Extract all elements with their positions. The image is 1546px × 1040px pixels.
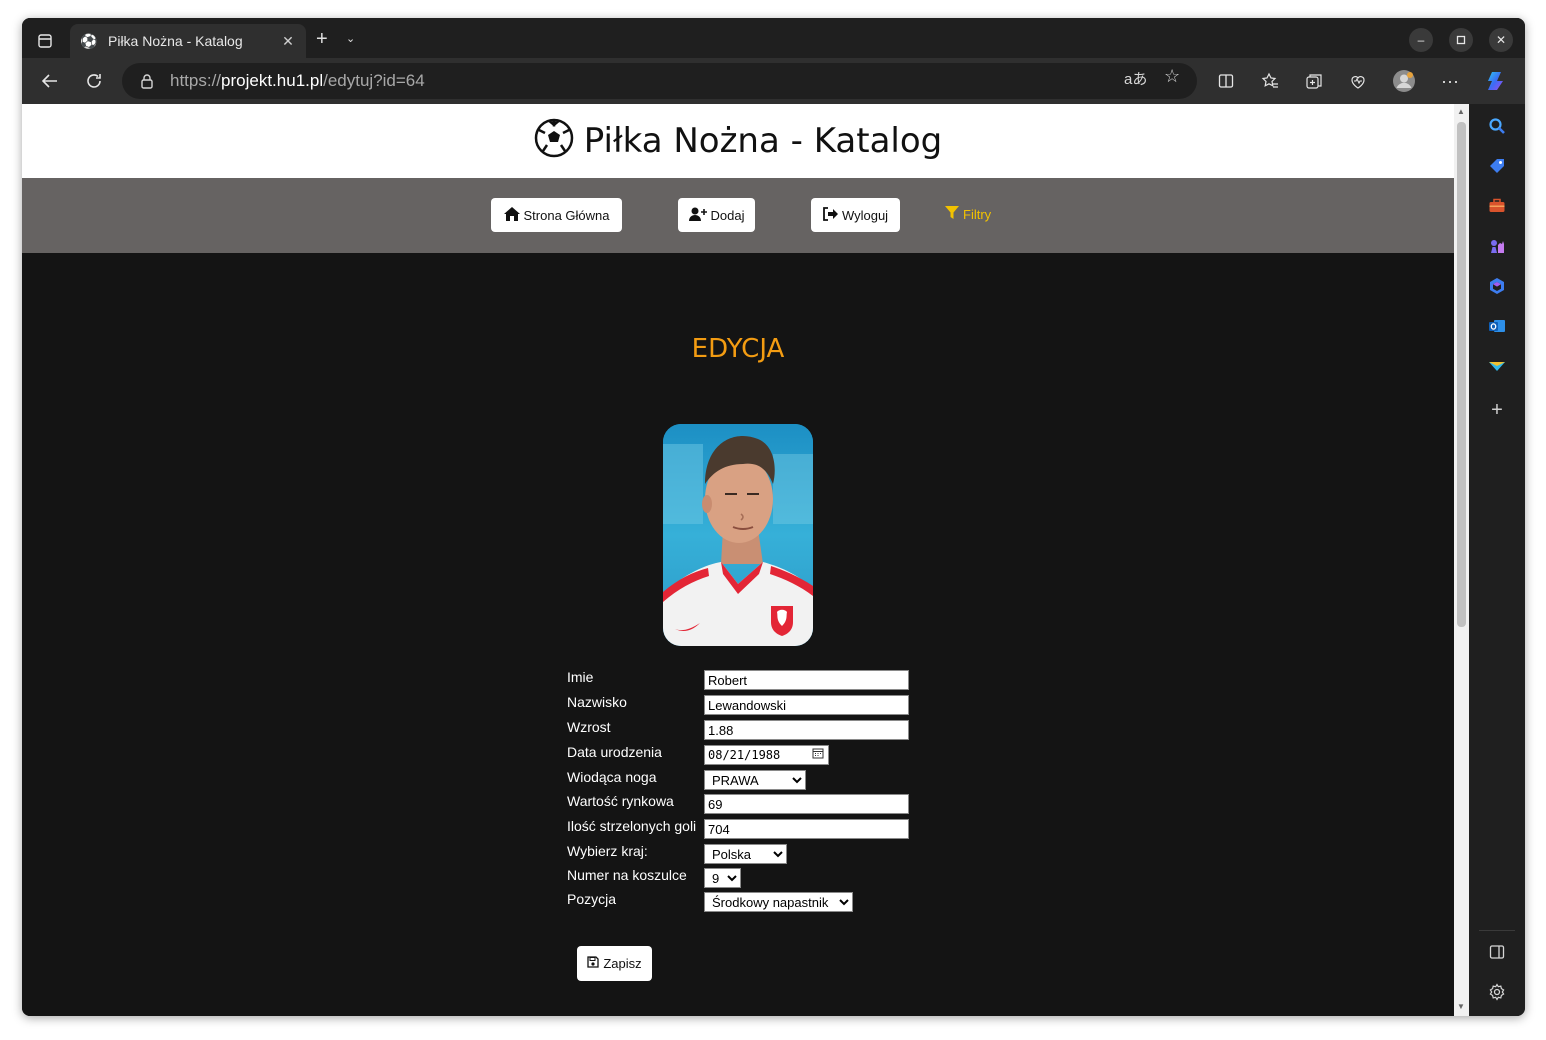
add-button[interactable]: Dodaj xyxy=(678,198,755,232)
market-value-label: Wartość rynkowa xyxy=(567,793,674,809)
first-name-label: Imie xyxy=(567,669,594,685)
position-label: Pozycja xyxy=(567,891,617,907)
collections-icon[interactable] xyxy=(1300,67,1328,95)
tab-title: Piłka Nożna - Katalog xyxy=(108,33,243,49)
maximize-icon[interactable] xyxy=(1449,28,1473,52)
main-nav: Strona Główna Dodaj Wyloguj Filtry xyxy=(22,178,1454,253)
settings-icon[interactable] xyxy=(1485,980,1509,1004)
scroll-up-icon[interactable]: ▲ xyxy=(1457,107,1465,116)
copilot-icon[interactable] xyxy=(1483,67,1511,95)
add-user-icon xyxy=(688,207,707,224)
last-name-label: Nazwisko xyxy=(567,694,627,710)
shirt-number-label: Numer na koszulce xyxy=(567,867,687,883)
more-icon[interactable]: ··· xyxy=(1436,67,1464,95)
favorites-icon[interactable] xyxy=(1256,67,1284,95)
reload-icon[interactable] xyxy=(80,67,108,95)
country-label: Wybierz kraj: xyxy=(567,843,648,859)
browser-window: ⚽ Piłka Nożna - Katalog ✕ + ⌄ – ✕ https:… xyxy=(22,18,1525,1016)
window-close-icon[interactable]: ✕ xyxy=(1489,28,1513,52)
birth-date-input[interactable] xyxy=(704,745,829,765)
toolbox-icon[interactable] xyxy=(1485,194,1509,218)
soccer-ball-icon xyxy=(534,118,574,165)
logout-icon xyxy=(823,206,838,224)
scroll-thumb[interactable] xyxy=(1457,122,1466,627)
split-screen-icon[interactable] xyxy=(1212,67,1240,95)
shirt-number-select[interactable]: 9 xyxy=(704,868,741,888)
height-input[interactable] xyxy=(704,720,909,740)
foot-label: Wiodąca noga xyxy=(567,769,657,785)
url-host: projekt.hu1.pl xyxy=(221,71,324,90)
page-header: Piłka Nożna - Katalog xyxy=(22,104,1454,178)
logout-button[interactable]: Wyloguj xyxy=(811,198,900,232)
favorite-star-icon[interactable]: ☆ xyxy=(1164,66,1180,87)
chess-icon[interactable] xyxy=(1485,234,1509,258)
sidebar-divider xyxy=(1479,930,1515,931)
soccer-ball-icon: ⚽ xyxy=(80,32,98,49)
page-viewport: Piłka Nożna - Katalog Strona Główna Doda… xyxy=(22,104,1454,1016)
search-icon[interactable] xyxy=(1485,114,1509,138)
birth-date-label: Data urodzenia xyxy=(567,744,662,760)
save-button[interactable]: Zapisz xyxy=(577,946,652,981)
foot-select[interactable]: PRAWA xyxy=(704,770,806,790)
outlook-icon[interactable] xyxy=(1485,314,1509,338)
page-scrollbar[interactable]: ▲ ▼ xyxy=(1454,104,1469,1016)
save-label: Zapisz xyxy=(603,956,642,971)
edge-sidebar: + xyxy=(1469,104,1525,1016)
market-value-input[interactable] xyxy=(704,794,909,814)
profile-icon[interactable] xyxy=(1390,67,1418,95)
logout-label: Wyloguj xyxy=(841,207,889,223)
tab-strip: ⚽ Piłka Nożna - Katalog ✕ + ⌄ – ✕ xyxy=(22,18,1525,58)
copilot-app-icon[interactable] xyxy=(1485,274,1509,298)
close-icon[interactable]: ✕ xyxy=(280,33,296,50)
url-path: /edytuj?id=64 xyxy=(323,71,425,90)
read-aloud-icon[interactable]: aあ xyxy=(1124,68,1147,89)
send-icon[interactable] xyxy=(1485,354,1509,378)
home-icon xyxy=(503,206,520,224)
back-icon[interactable] xyxy=(36,67,64,95)
browser-toolbar: https://projekt.hu1.pl/edytuj?id=64 aあ ☆… xyxy=(22,58,1525,104)
filters-label: Filtry xyxy=(963,206,992,222)
player-photo xyxy=(663,424,813,646)
sidebar-toggle-icon[interactable] xyxy=(1485,940,1509,964)
height-label: Wzrost xyxy=(567,719,611,735)
last-name-input[interactable] xyxy=(704,695,909,715)
position-select[interactable]: Środkowy napastnik xyxy=(704,892,853,912)
browser-essentials-icon[interactable] xyxy=(1344,67,1372,95)
country-select[interactable]: Polska xyxy=(704,844,787,864)
page-title: Piłka Nożna - Katalog xyxy=(583,121,943,161)
scroll-down-icon[interactable]: ▼ xyxy=(1457,1002,1465,1011)
goals-input[interactable] xyxy=(704,819,909,839)
add-label: Dodaj xyxy=(710,207,745,223)
section-heading: EDYCJA xyxy=(691,334,785,364)
tab-actions-icon[interactable] xyxy=(32,28,58,54)
first-name-input[interactable] xyxy=(704,670,909,690)
lock-icon[interactable] xyxy=(140,73,154,89)
home-label: Strona Główna xyxy=(523,207,610,223)
url-scheme: https:// xyxy=(170,71,222,90)
chevron-down-icon[interactable]: ⌄ xyxy=(346,32,355,45)
floppy-disk-icon xyxy=(587,956,599,971)
new-tab-icon[interactable]: + xyxy=(316,29,328,49)
address-bar[interactable]: https://projekt.hu1.pl/edytuj?id=64 xyxy=(122,63,1197,99)
minimize-icon[interactable]: – xyxy=(1409,28,1433,52)
filters-link[interactable]: Filtry xyxy=(945,206,991,222)
browser-tab[interactable]: ⚽ Piłka Nożna - Katalog ✕ xyxy=(70,24,306,58)
add-icon[interactable]: + xyxy=(1485,398,1509,422)
filter-icon xyxy=(945,206,959,222)
tag-icon[interactable] xyxy=(1485,154,1509,178)
goals-label: Ilość strzelonych goli xyxy=(567,818,697,834)
home-button[interactable]: Strona Główna xyxy=(491,198,622,232)
